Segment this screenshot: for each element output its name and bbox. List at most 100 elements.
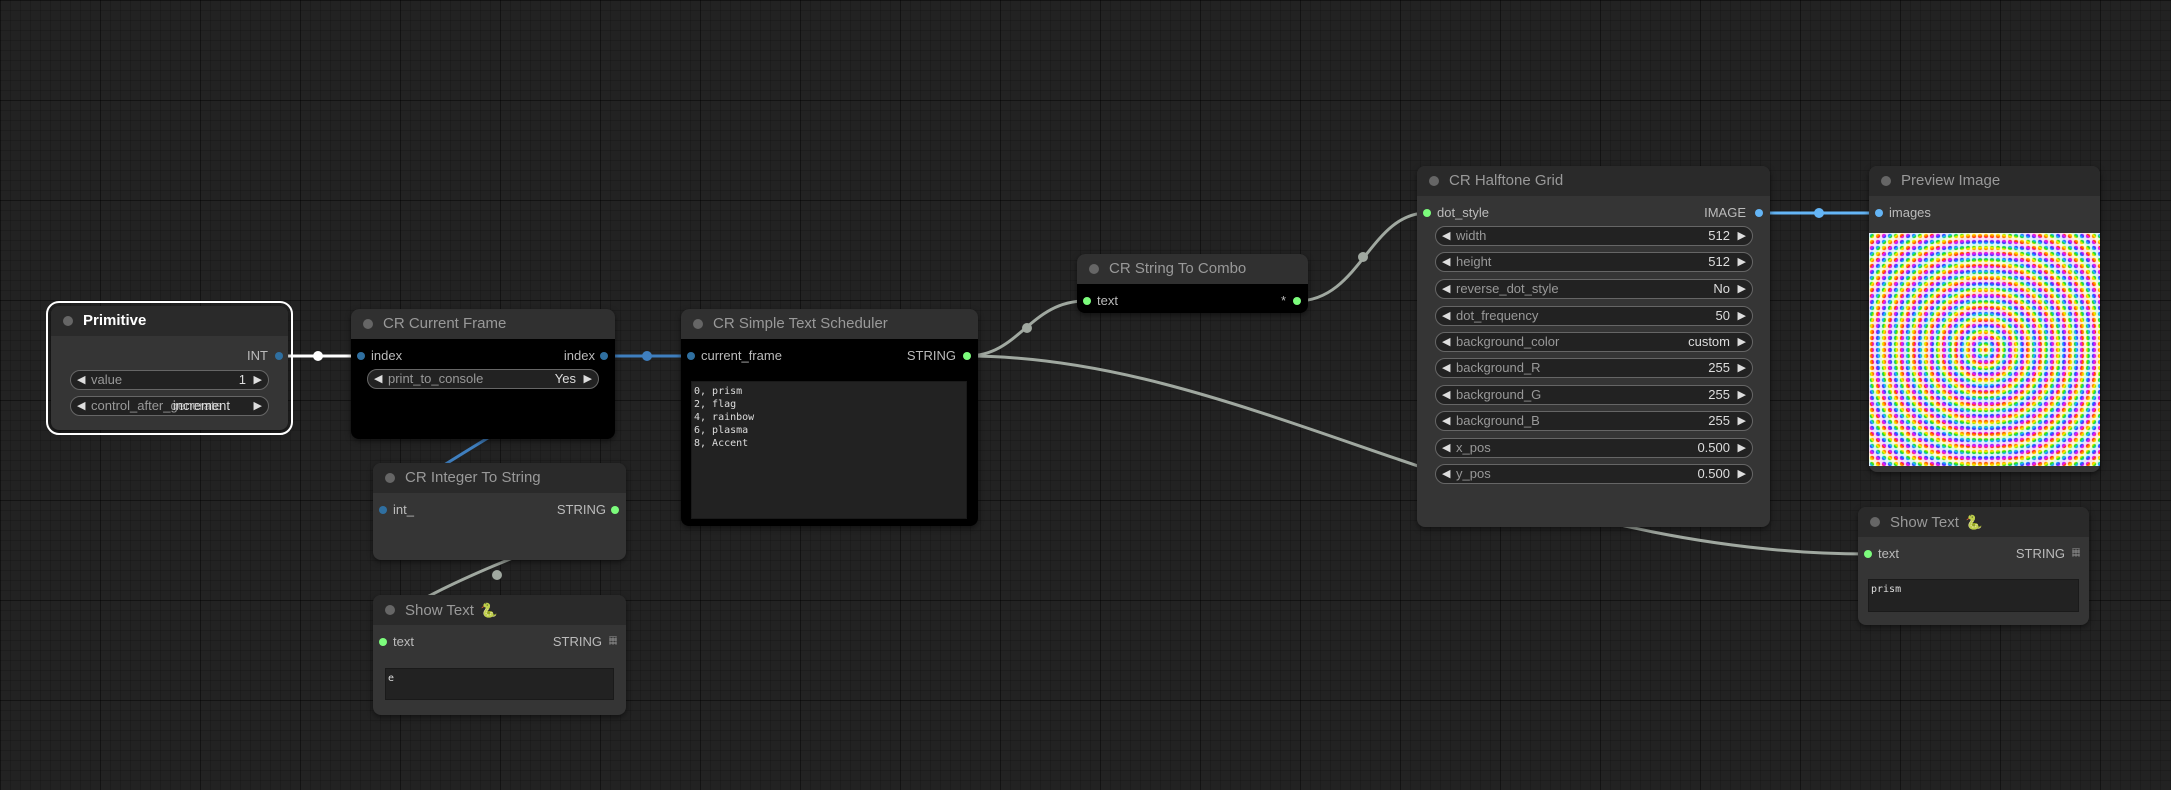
node-primitive[interactable]: Primitive INT ◀ value 1 ▶ ◀ control_afte… [46,301,293,435]
collapse-dot-icon[interactable] [693,319,703,329]
link-midpoint[interactable] [642,351,652,361]
input-dot-icon[interactable] [1875,209,1883,217]
arrow-right-icon[interactable]: ▶ [254,371,262,389]
arrow-right-icon[interactable]: ▶ [1738,465,1746,483]
arrow-right-icon[interactable]: ▶ [1738,227,1746,245]
node-title[interactable]: Show Text 🐍 [373,595,626,625]
output-slot-index[interactable]: index [564,346,595,366]
link-midpoint[interactable] [1358,252,1368,262]
arrow-right-icon[interactable]: ▶ [1738,359,1746,377]
input-slot-text[interactable]: text [393,632,414,652]
arrow-left-icon[interactable]: ◀ [1442,253,1450,271]
text-display[interactable]: e [385,668,614,700]
node-title[interactable]: CR Integer To String [373,463,626,493]
node-title[interactable]: Preview Image [1869,166,2100,196]
input-slot-current-frame[interactable]: current_frame [701,346,782,366]
input-slot-text[interactable]: text [1097,291,1118,311]
node-title[interactable]: CR Simple Text Scheduler [681,309,978,339]
link-midpoint[interactable] [1022,323,1032,333]
collapse-dot-icon[interactable] [385,473,395,483]
list-output-icon[interactable]: 𝄜 [609,634,617,649]
collapse-dot-icon[interactable] [1870,517,1880,527]
output-slot-string[interactable]: STRING [2016,544,2065,564]
arrow-right-icon[interactable]: ▶ [1738,386,1746,404]
input-slot-int[interactable]: int_ [393,500,414,520]
widget-background-b[interactable]: ◀ background_B 255 ▶ [1435,411,1753,431]
collapse-dot-icon[interactable] [385,605,395,615]
node-cr-simple-text-scheduler[interactable]: CR Simple Text Scheduler current_frame S… [681,309,978,526]
node-title[interactable]: Primitive [51,306,288,336]
arrow-left-icon[interactable]: ◀ [1442,280,1450,298]
collapse-dot-icon[interactable] [1881,176,1891,186]
output-dot-icon[interactable] [611,506,619,514]
arrow-left-icon[interactable]: ◀ [77,371,85,389]
arrow-right-icon[interactable]: ▶ [1738,307,1746,325]
output-dot-icon[interactable] [275,352,283,360]
node-title[interactable]: CR String To Combo [1077,254,1308,284]
input-slot-text[interactable]: text [1878,544,1899,564]
input-dot-icon[interactable] [379,506,387,514]
input-dot-icon[interactable] [1864,550,1872,558]
preview-halftone-image[interactable] [1869,233,2100,466]
widget-dot-frequency[interactable]: ◀ dot_frequency 50 ▶ [1435,306,1753,326]
output-dot-icon[interactable] [963,352,971,360]
output-slot-string[interactable]: STRING [907,346,956,366]
collapse-dot-icon[interactable] [1429,176,1439,186]
node-cr-current-frame[interactable]: CR Current Frame index index ◀ print_to_… [351,309,615,439]
widget-control-after-generate[interactable]: ◀ control_after_generate increment ▶ [70,396,269,416]
widget-reverse-dot-style[interactable]: ◀ reverse_dot_style No ▶ [1435,279,1753,299]
node-cr-string-to-combo[interactable]: CR String To Combo text * [1077,254,1308,313]
arrow-left-icon[interactable]: ◀ [1442,465,1450,483]
arrow-left-icon[interactable]: ◀ [1442,386,1450,404]
output-slot-int[interactable]: INT [247,346,268,366]
text-display[interactable]: prism [1868,579,2079,612]
arrow-right-icon[interactable]: ▶ [1738,333,1746,351]
input-slot-images[interactable]: images [1889,203,1931,223]
node-title[interactable]: CR Halftone Grid [1417,166,1770,196]
input-dot-icon[interactable] [1423,209,1431,217]
node-cr-halftone-grid[interactable]: CR Halftone Grid dot_style IMAGE ◀ width 5… [1417,166,1770,527]
arrow-right-icon[interactable]: ▶ [1738,280,1746,298]
schedule-textarea[interactable]: 0, prism 2, flag 4, rainbow 6, plasma 8,… [691,381,967,519]
input-dot-icon[interactable] [1083,297,1091,305]
arrow-right-icon[interactable]: ▶ [254,397,262,415]
arrow-left-icon[interactable]: ◀ [374,370,382,388]
widget-width[interactable]: ◀ width 512 ▶ [1435,226,1753,246]
widget-value[interactable]: ◀ value 1 ▶ [70,370,269,390]
output-dot-icon[interactable] [1293,297,1301,305]
list-output-icon[interactable]: 𝄜 [2072,546,2080,561]
widget-background-g[interactable]: ◀ background_G 255 ▶ [1435,385,1753,405]
output-slot-string[interactable]: STRING [557,500,606,520]
input-slot-index[interactable]: index [371,346,402,366]
arrow-left-icon[interactable]: ◀ [1442,359,1450,377]
arrow-right-icon[interactable]: ▶ [584,370,592,388]
arrow-left-icon[interactable]: ◀ [1442,227,1450,245]
arrow-right-icon[interactable]: ▶ [1738,253,1746,271]
widget-background-r[interactable]: ◀ background_R 255 ▶ [1435,358,1753,378]
output-slot-any[interactable]: * [1281,291,1286,311]
collapse-dot-icon[interactable] [363,319,373,329]
input-dot-icon[interactable] [687,352,695,360]
arrow-left-icon[interactable]: ◀ [1442,333,1450,351]
widget-height[interactable]: ◀ height 512 ▶ [1435,252,1753,272]
node-title[interactable]: CR Current Frame [351,309,615,339]
input-dot-icon[interactable] [379,638,387,646]
node-show-text-1[interactable]: Show Text 🐍 text STRING 𝄜 e [373,595,626,715]
collapse-dot-icon[interactable] [63,316,73,326]
widget-x-pos[interactable]: ◀ x_pos 0.500 ▶ [1435,438,1753,458]
input-dot-icon[interactable] [357,352,365,360]
widget-background-color[interactable]: ◀ background_color custom ▶ [1435,332,1753,352]
arrow-left-icon[interactable]: ◀ [1442,307,1450,325]
arrow-left-icon[interactable]: ◀ [77,397,85,415]
link-midpoint[interactable] [313,351,323,361]
collapse-dot-icon[interactable] [1089,264,1099,274]
link-midpoint[interactable] [492,570,502,580]
widget-print-to-console[interactable]: ◀ print_to_console Yes ▶ [367,369,599,389]
output-dot-icon[interactable] [1755,209,1763,217]
arrow-right-icon[interactable]: ▶ [1738,412,1746,430]
arrow-left-icon[interactable]: ◀ [1442,412,1450,430]
node-cr-integer-to-string[interactable]: CR Integer To String int_ STRING [373,463,626,560]
output-slot-string[interactable]: STRING [553,632,602,652]
arrow-right-icon[interactable]: ▶ [1738,439,1746,457]
node-title[interactable]: Show Text 🐍 [1858,507,2089,537]
